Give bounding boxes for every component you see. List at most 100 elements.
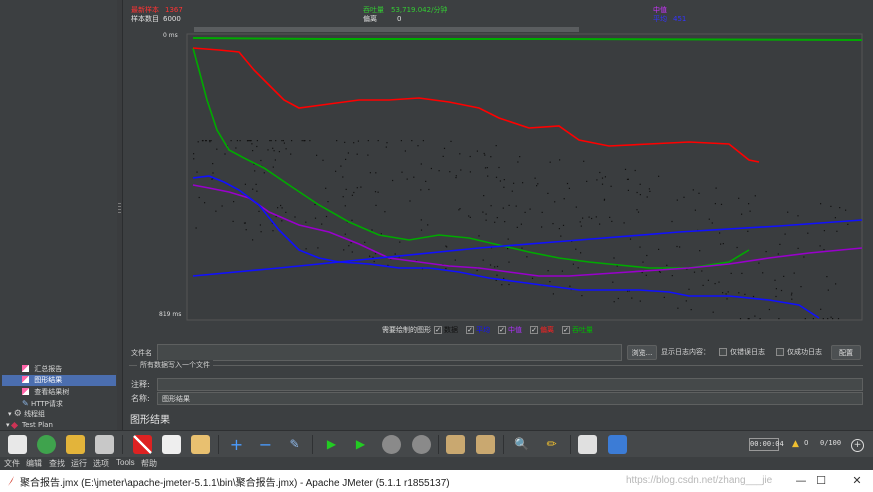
clear-all-icon[interactable]: [476, 435, 495, 454]
data-point: [485, 219, 487, 221]
function-helper-icon[interactable]: [578, 435, 597, 454]
graph-scroll-thumb: [194, 27, 579, 32]
data-point: [364, 241, 366, 243]
data-point: [780, 289, 783, 292]
reset-search-icon[interactable]: ✏: [542, 435, 561, 454]
success-only-checkbox[interactable]: [776, 348, 784, 356]
test-plan-tree[interactable]: ▾ Test Plan ▾ ⚙ 线程组 ✎ HTTP请求 查看结果树 图形结果 …: [0, 0, 118, 430]
menu-tools[interactable]: Tools: [116, 458, 135, 467]
data-point: [255, 183, 257, 185]
start-no-pauses-icon[interactable]: ▶: [351, 435, 370, 454]
data-point: [224, 153, 226, 155]
splitter-grip-icon[interactable]: [118, 203, 121, 213]
data-point: [469, 171, 471, 173]
tree-item-thread-group[interactable]: ▾ ⚙ 线程组: [8, 409, 45, 420]
menu-run[interactable]: 运行: [71, 458, 87, 469]
data-point: [258, 210, 260, 212]
data-point: [275, 140, 277, 142]
data-point: [568, 187, 570, 189]
stop-icon[interactable]: [382, 435, 401, 454]
open-icon[interactable]: [66, 435, 85, 454]
data-point: [490, 156, 492, 158]
close-icon[interactable]: ✕: [848, 473, 866, 489]
data-point: [601, 183, 604, 185]
menu-search[interactable]: 查找: [49, 458, 65, 469]
save-icon[interactable]: [95, 435, 114, 454]
shutdown-icon[interactable]: [412, 435, 431, 454]
data-point: [204, 202, 206, 204]
legend-check-median[interactable]: ✓: [498, 326, 506, 334]
tree-item-view-results-tree[interactable]: 查看结果树: [22, 387, 69, 398]
help-icon[interactable]: [608, 435, 627, 454]
cut-icon[interactable]: [133, 435, 152, 454]
legend-check-deviation[interactable]: ✓: [530, 326, 538, 334]
data-point: [714, 203, 716, 205]
data-point: [274, 159, 276, 161]
file-input[interactable]: [157, 344, 622, 361]
data-point: [636, 191, 638, 194]
data-point: [455, 177, 457, 179]
data-point: [236, 140, 238, 142]
menu-options[interactable]: 选项: [93, 458, 109, 469]
legend-check-throughput[interactable]: ✓: [562, 326, 570, 334]
search-icon[interactable]: 🔍: [512, 435, 531, 454]
data-point: [720, 243, 722, 245]
expand-arrow-icon[interactable]: ▾: [8, 410, 12, 418]
errors-only-checkbox[interactable]: [719, 348, 727, 356]
data-point: [283, 142, 285, 144]
data-point: [547, 192, 549, 194]
warning-count: 0: [804, 439, 809, 447]
data-point: [496, 217, 498, 219]
configure-button[interactable]: 配置: [831, 345, 861, 360]
toggle-icon[interactable]: ✎: [285, 435, 304, 454]
data-point: [541, 211, 543, 213]
tree-item-graph-results[interactable]: 图形结果: [2, 375, 116, 386]
data-point: [722, 292, 724, 294]
copy-icon[interactable]: [162, 435, 181, 454]
browse-button[interactable]: 浏览...: [627, 345, 657, 360]
data-point: [526, 256, 528, 258]
data-point: [775, 295, 777, 298]
expand-arrow-icon[interactable]: ▾: [6, 421, 10, 429]
paste-icon[interactable]: [191, 435, 210, 454]
menu-edit[interactable]: 编辑: [26, 458, 42, 469]
data-point: [484, 167, 487, 169]
minimize-icon[interactable]: —: [792, 473, 810, 489]
data-point: [609, 216, 611, 218]
tree-item-http-request[interactable]: ✎ HTTP请求: [22, 398, 63, 409]
maximize-icon[interactable]: ☐: [812, 473, 830, 489]
data-point: [676, 245, 678, 248]
new-icon[interactable]: [8, 435, 27, 454]
data-point: [549, 281, 551, 283]
data-point: [807, 232, 809, 234]
data-point: [305, 221, 307, 223]
data-point: [494, 221, 496, 223]
expand-all-icon[interactable]: +: [227, 435, 246, 454]
data-point: [303, 140, 305, 142]
data-point: [787, 211, 789, 213]
name-input[interactable]: 图形结果: [157, 392, 863, 405]
comment-input[interactable]: [157, 378, 863, 391]
data-point: [282, 140, 284, 142]
tree-item-summary-report[interactable]: 汇总报告: [22, 364, 62, 375]
gear-icon: ⚙: [13, 409, 22, 419]
menu-file[interactable]: 文件: [4, 458, 20, 469]
legend-check-data[interactable]: ✓: [434, 326, 442, 334]
remote-icon[interactable]: +: [851, 439, 864, 452]
legend-check-average[interactable]: ✓: [466, 326, 474, 334]
panel-title: 图形结果: [130, 415, 170, 426]
data-point: [777, 253, 779, 255]
collapse-all-icon[interactable]: −: [256, 435, 275, 454]
clear-icon[interactable]: [446, 435, 465, 454]
data-point: [639, 300, 641, 302]
data-point: [803, 256, 805, 258]
templates-icon[interactable]: [37, 435, 56, 454]
data-point: [639, 194, 641, 196]
data-point: [775, 288, 777, 290]
warning-icon[interactable]: ▲: [792, 439, 799, 449]
data-point: [344, 233, 346, 235]
data-point: [836, 230, 838, 232]
window-titlebar: 聚合报告.jmx (E:\jmeter\apache-jmeter-5.1.1\…: [0, 470, 873, 492]
menu-help[interactable]: 帮助: [141, 458, 157, 469]
start-icon[interactable]: ▶: [322, 435, 341, 454]
